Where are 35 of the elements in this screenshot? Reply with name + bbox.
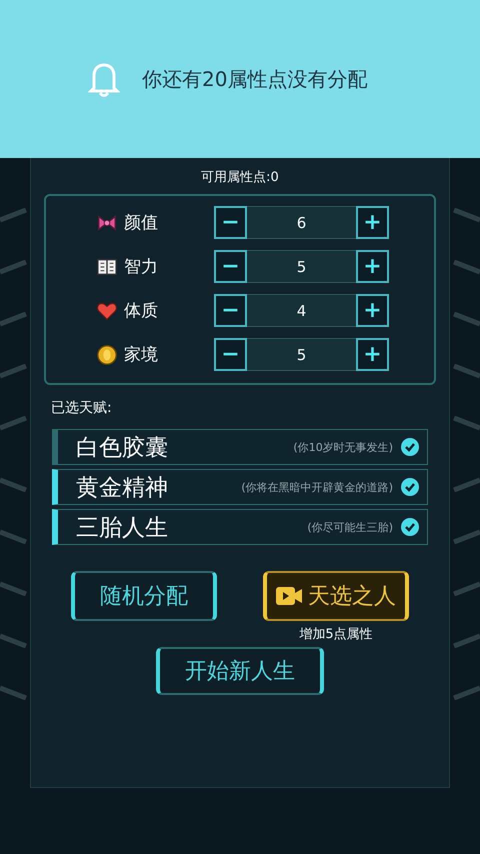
random-button[interactable]: 随机分配 xyxy=(71,571,217,621)
minus-button[interactable]: − xyxy=(214,206,247,239)
talent-name: 白色胶囊 xyxy=(76,434,169,462)
attribute-value: 5 xyxy=(247,338,356,371)
attribute-name: 颜值 xyxy=(124,212,158,234)
plus-button[interactable]: + xyxy=(356,294,389,327)
attribute-value: 6 xyxy=(247,206,356,239)
talent-row[interactable]: 黄金精神 (你将在黑暗中开辟黄金的道路) xyxy=(52,469,428,505)
bell-icon xyxy=(88,61,120,97)
talent-description: (你10岁时无事发生) xyxy=(293,440,393,454)
attribute-value: 4 xyxy=(247,294,356,327)
video-camera-icon xyxy=(276,586,302,606)
coin-icon xyxy=(96,344,118,366)
talent-description: (你将在黑暗中开辟黄金的道路) xyxy=(241,480,393,494)
plus-button[interactable]: + xyxy=(356,206,389,239)
notification-message: 你还有20属性点没有分配 xyxy=(142,66,368,92)
talent-description: (你尽可能生三胎) xyxy=(307,520,393,534)
talent-name: 黄金精神 xyxy=(76,474,169,502)
video-button[interactable]: 天选之人 xyxy=(263,571,409,621)
minus-button[interactable]: − xyxy=(214,294,247,327)
available-points: 可用属性点:0 xyxy=(201,169,279,186)
minus-button[interactable]: − xyxy=(214,338,247,371)
attribute-name: 家境 xyxy=(124,344,158,366)
talent-row[interactable]: 白色胶囊 (你10岁时无事发生) xyxy=(52,429,428,465)
talent-row[interactable]: 三胎人生 (你尽可能生三胎) xyxy=(52,509,428,545)
talent-name: 三胎人生 xyxy=(76,514,169,542)
attribute-name: 体质 xyxy=(124,300,158,322)
plus-button[interactable]: + xyxy=(356,338,389,371)
attribute-value: 5 xyxy=(247,250,356,283)
minus-button[interactable]: − xyxy=(214,250,247,283)
button-caption: 增加5点属性 xyxy=(299,626,373,643)
talents-heading: 已选天赋: xyxy=(51,399,112,417)
start-button[interactable]: 开始新人生 xyxy=(156,647,324,695)
plus-button[interactable]: + xyxy=(356,250,389,283)
attribute-name: 智力 xyxy=(124,256,158,278)
